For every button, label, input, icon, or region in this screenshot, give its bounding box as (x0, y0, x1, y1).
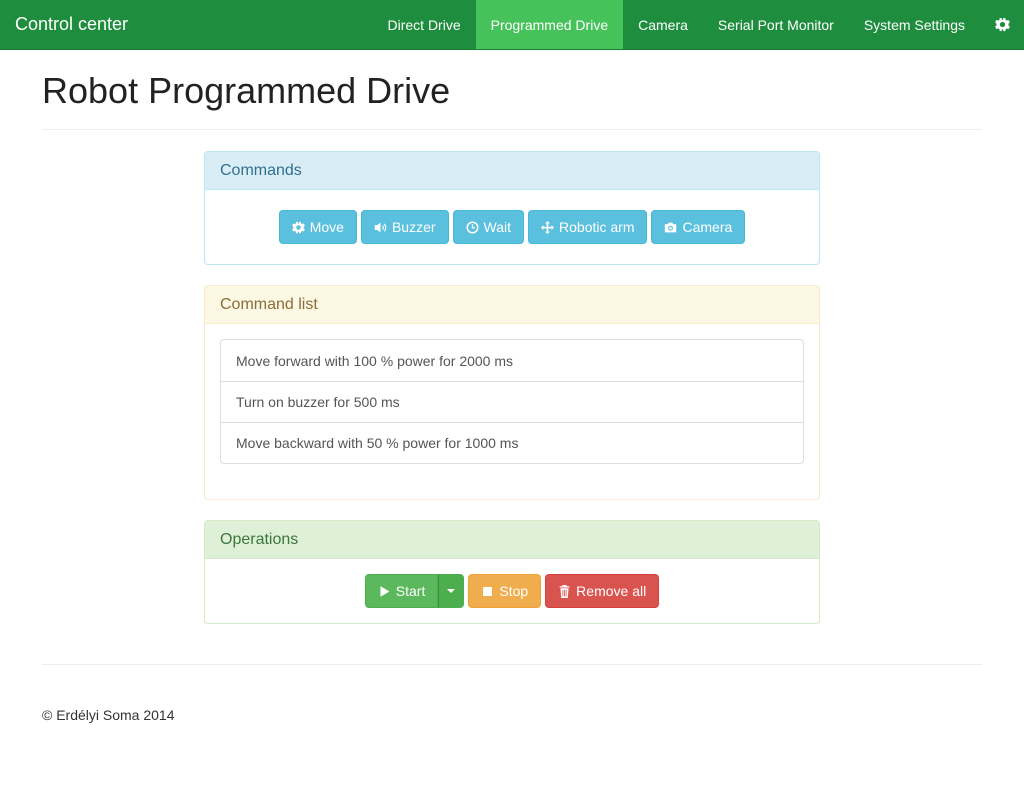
nav-camera[interactable]: Camera (623, 0, 703, 49)
title-divider (42, 129, 982, 130)
stop-button-label: Stop (499, 583, 529, 599)
stop-icon (483, 586, 493, 596)
top-navbar: Control center Direct Drive Programmed D… (0, 0, 1024, 50)
camera-icon (665, 222, 677, 232)
panels-column: Commands Move Buzzer Wait Robotic arm Ca… (204, 151, 820, 624)
list-item[interactable]: Move backward with 50 % power for 1000 m… (221, 422, 803, 463)
list-item[interactable]: Move forward with 100 % power for 2000 m… (221, 340, 803, 381)
nav-system-settings[interactable]: System Settings (849, 0, 980, 49)
commands-buttons: Move Buzzer Wait Robotic arm Camera (205, 190, 819, 264)
move-arrows-icon (541, 220, 555, 234)
list-item[interactable]: Turn on buzzer for 500 ms (221, 381, 803, 422)
commands-panel: Commands Move Buzzer Wait Robotic arm Ca… (204, 151, 820, 265)
camera-button[interactable]: Camera (651, 210, 746, 244)
robotic-arm-button[interactable]: Robotic arm (528, 210, 648, 244)
chevron-down-icon (447, 589, 456, 593)
command-list-body: Move forward with 100 % power for 2000 m… (205, 324, 819, 499)
nav-programmed-drive[interactable]: Programmed Drive (475, 0, 624, 49)
page-title: Robot Programmed Drive (42, 70, 451, 111)
wait-button[interactable]: Wait (452, 210, 525, 244)
trash-icon (559, 584, 570, 598)
operations-panel: Operations Start Stop Remove all (204, 520, 820, 624)
camera-button-label: Camera (682, 219, 733, 235)
commands-panel-heading: Commands (205, 152, 819, 190)
move-button-label: Move (309, 219, 344, 235)
navbar-menu: Direct Drive Programmed Drive Camera Ser… (373, 0, 1024, 49)
move-button[interactable]: Move (278, 210, 357, 244)
operations-panel-heading: Operations (205, 521, 819, 559)
footer-copyright: © Erdélyi Soma 2014 (42, 707, 175, 723)
gear-icon (995, 17, 1010, 32)
remove-all-button[interactable]: Remove all (545, 574, 660, 608)
stop-button[interactable]: Stop (468, 574, 542, 608)
gear-icon (291, 221, 305, 233)
operations-buttons: Start Stop Remove all (205, 559, 819, 623)
volume-icon (374, 222, 387, 232)
start-button[interactable]: Start (364, 574, 439, 608)
main-container: Robot Programmed Drive Commands Move Buz… (42, 50, 982, 723)
start-dropdown-toggle[interactable] (438, 574, 465, 608)
command-list-panel: Command list Move forward with 100 % pow… (204, 285, 820, 500)
nav-direct-drive[interactable]: Direct Drive (373, 0, 476, 49)
clock-icon (466, 220, 479, 234)
buzzer-button[interactable]: Buzzer (360, 210, 449, 244)
command-list: Move forward with 100 % power for 2000 m… (220, 339, 804, 464)
navbar-brand[interactable]: Control center (0, 0, 128, 49)
play-icon (380, 585, 390, 597)
nav-serial-port-monitor[interactable]: Serial Port Monitor (703, 0, 849, 49)
command-list-panel-heading: Command list (205, 286, 819, 324)
start-button-label: Start (395, 583, 426, 599)
remove-all-button-label: Remove all (576, 583, 647, 599)
wait-button-label: Wait (483, 219, 512, 235)
robotic-arm-button-label: Robotic arm (559, 219, 635, 235)
settings-gear-button[interactable] (980, 0, 1024, 49)
start-button-group: Start (364, 574, 465, 608)
buzzer-button-label: Buzzer (391, 219, 436, 235)
